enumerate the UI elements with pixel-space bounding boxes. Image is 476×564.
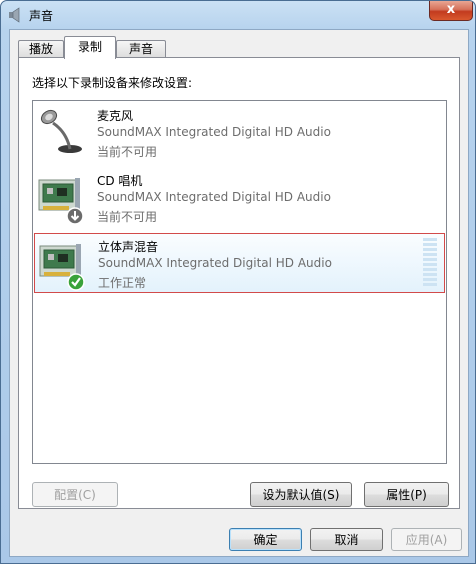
configure-button[interactable]: 配置(C) [32,482,118,507]
level-meter [423,238,437,288]
tab-playback[interactable]: 播放 [18,40,64,58]
recording-tab-panel: 选择以下录制设备来修改设置: 麦克风 SoundMAX Integrated D… [18,57,460,509]
device-status: 当前不可用 [97,145,158,159]
device-driver: SoundMAX Integrated Digital HD Audio [98,256,332,270]
tab-recording[interactable]: 录制 [64,36,116,59]
tab-sounds[interactable]: 声音 [116,40,166,58]
close-button[interactable]: x [429,1,473,21]
apply-button[interactable]: 应用(A) [391,528,462,551]
sound-dialog-window: 声音 x 播放 录制 声音 选择以下录制设备来修改设置: 麦克风 SoundMA… [0,0,476,564]
device-name: 麦克风 [97,109,134,123]
microphone-icon [40,109,82,153]
device-driver: SoundMAX Integrated Digital HD Audio [97,190,331,204]
device-name: CD 唱机 [97,174,143,188]
list-item-microphone[interactable]: 麦克风 SoundMAX Integrated Digital HD Audio… [34,103,443,163]
ok-button[interactable]: 确定 [229,528,302,551]
instruction-text: 选择以下录制设备来修改设置: [32,76,193,90]
sound-card-icon [39,244,85,291]
cancel-button[interactable]: 取消 [310,528,383,551]
sound-card-icon [38,178,84,225]
properties-button[interactable]: 属性(P) [364,482,449,507]
list-item-stereo-mix[interactable]: 立体声混音 SoundMAX Integrated Digital HD Aud… [34,233,445,293]
device-status: 工作正常 [98,276,147,290]
speaker-icon [9,7,20,23]
set-default-button[interactable]: 设为默认值(S) [250,482,352,507]
dialog-client-area: 播放 录制 声音 选择以下录制设备来修改设置: 麦克风 SoundMAX Int… [9,29,469,557]
device-list[interactable]: 麦克风 SoundMAX Integrated Digital HD Audio… [32,100,447,464]
device-name: 立体声混音 [98,240,159,254]
list-item-cd-player[interactable]: CD 唱机 SoundMAX Integrated Digital HD Aud… [34,168,443,228]
device-driver: SoundMAX Integrated Digital HD Audio [97,125,331,139]
device-status: 当前不可用 [97,210,158,224]
window-title: 声音 [29,9,54,23]
title-bar[interactable]: 声音 x [1,1,475,29]
